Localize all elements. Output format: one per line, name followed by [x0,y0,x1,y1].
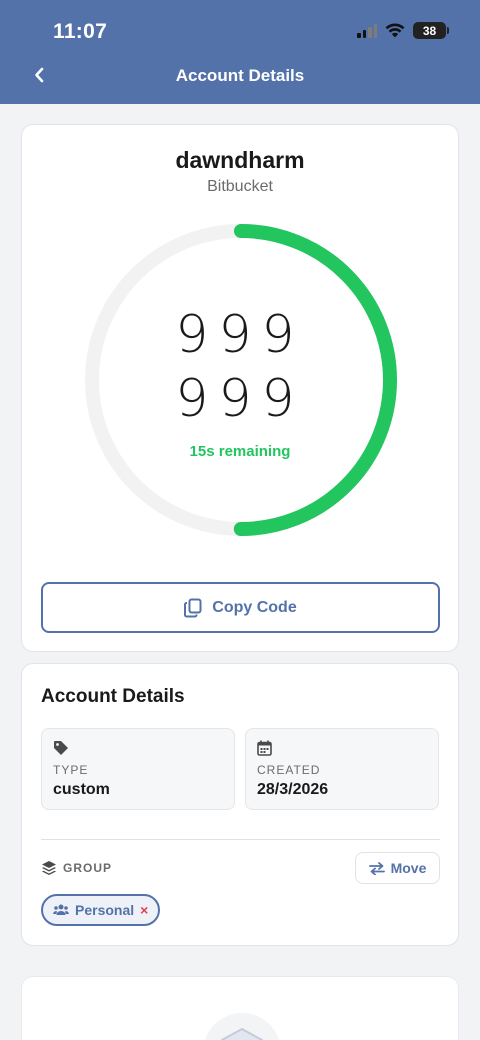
otp-code-line-1[interactable]: 999 [22,305,458,365]
type-label: TYPE [53,763,89,777]
type-box: TYPE custom [41,728,235,810]
copy-code-label: Copy Code [212,598,297,616]
layers-icon [42,861,56,875]
move-button[interactable]: Move [355,852,440,884]
calendar-icon [257,740,272,756]
otp-code-line-2[interactable]: 999 [22,369,458,429]
swap-icon [368,861,385,875]
divider [41,839,440,840]
emblem-circle [203,1013,281,1040]
account-details-card: Account Details TYPE custom CREATED 28/3… [21,663,459,946]
cellular-signal-icon [357,23,377,38]
copy-icon [184,598,202,617]
section-title: Account Details [41,686,185,707]
created-value: 28/3/2026 [257,781,329,798]
group-chip-label: Personal [75,902,135,918]
status-icons: 38 [357,22,449,39]
status-time: 11:07 [53,20,108,43]
battery-icon: 38 [413,22,449,39]
time-remaining: 15s remaining [189,443,291,460]
created-label: CREATED [257,763,321,777]
remove-group-button[interactable]: × [140,902,148,918]
created-box: CREATED 28/3/2026 [245,728,439,810]
code-card: dawndharm Bitbucket 999 999 15s remainin… [21,124,459,652]
app-header: 11:07 38 Account Details [0,0,480,104]
account-name: dawndharm [175,147,305,173]
wifi-icon [385,23,405,38]
group-label: GROUP [63,861,113,875]
account-issuer: Bitbucket [207,178,273,195]
group-header: GROUP [41,860,112,876]
hexagon-icon [221,1027,263,1040]
copy-code-button[interactable]: Copy Code [41,582,440,633]
bottom-card [21,976,459,1040]
type-value: custom [53,781,110,798]
move-label: Move [390,860,427,876]
users-icon [53,904,69,915]
tag-icon [54,741,68,755]
group-chip-personal[interactable]: Personal × [41,894,161,926]
page-title: Account Details [175,66,305,85]
